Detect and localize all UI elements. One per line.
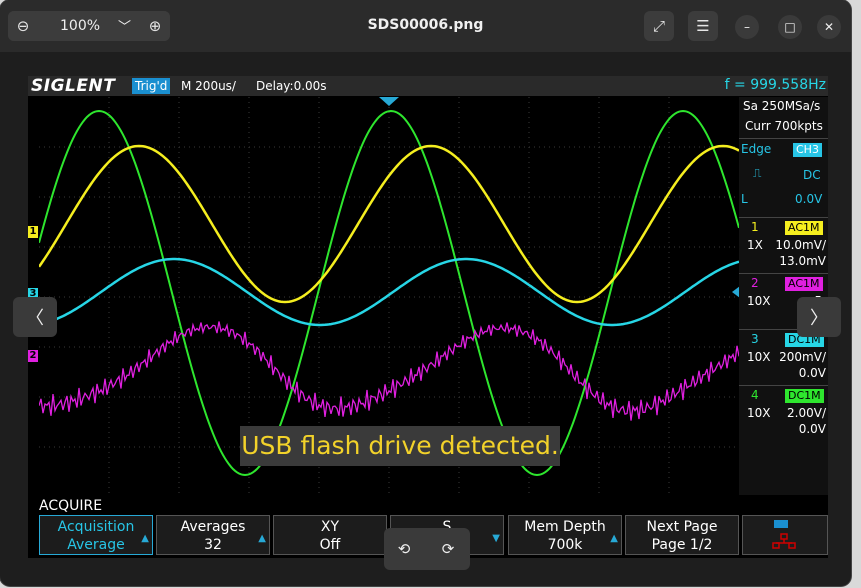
channel-number: 3 — [751, 332, 759, 346]
ch1-trace — [39, 144, 739, 304]
channel-coupling: AC1M — [785, 221, 823, 235]
rotate-right-icon: ⟳ — [441, 540, 455, 558]
channel-3-info[interactable]: 3 DC1M 10X 200mV/0.0V — [739, 329, 828, 384]
channel-coupling: DC1M — [785, 389, 824, 403]
close-button[interactable]: ✕ — [817, 15, 841, 39]
channel-probe: 10X — [747, 294, 771, 308]
image-viewer-window: ⊖ 100% ﹀ ⊕ SDS00006.png ⤢ ☰ – □ ✕ SIGLEN… — [0, 0, 851, 586]
softkey-label-bottom: 700k — [547, 537, 583, 553]
ch2-marker: 2 — [28, 350, 38, 362]
softkey-label-bottom: Off — [319, 537, 341, 553]
softkey-6[interactable]: Next Page Page 1/2 — [625, 515, 739, 555]
channel-number: 4 — [751, 388, 759, 402]
rotate-controls: ⟲ ⟳ — [384, 528, 470, 570]
channel-number: 1 — [751, 220, 759, 234]
softkey-label-bottom: Page 1/2 — [651, 537, 713, 553]
scope-header: SIGLENT Trig'd M 200us/ Delay:0.00s f = … — [28, 76, 828, 96]
rising-edge-icon: ⎍ — [753, 166, 762, 180]
hamburger-icon: ☰ — [696, 17, 710, 35]
siglent-logo: SIGLENT — [31, 76, 116, 96]
right-info-panel: Sa 250MSa/s Curr 700kpts Edge CH3 ⎍ DC L… — [739, 97, 828, 495]
ch2-trace — [39, 321, 739, 421]
channel-1-info[interactable]: 1 AC1M 1X 10.0mV/13.0mV — [739, 217, 828, 272]
chevron-left-icon: 〈 — [26, 308, 44, 329]
channel-offset: 0.0V — [798, 366, 826, 380]
waveform-grid: USB flash drive detected. — [39, 97, 739, 495]
expand-icon: ⤢ — [652, 17, 665, 35]
trigger-level: 0.0V — [795, 192, 823, 206]
oscilloscope-screenshot: SIGLENT Trig'd M 200us/ Delay:0.00s f = … — [28, 76, 828, 558]
previous-image-button[interactable]: 〈 — [13, 297, 57, 337]
arrow-down-icon: ▼ — [492, 533, 500, 544]
next-image-button[interactable]: 〉 — [797, 297, 841, 337]
window-title: SDS00006.png — [367, 17, 484, 33]
channel-probe: 10X — [747, 406, 771, 420]
channel-probe: 1X — [747, 238, 763, 252]
trigger-info: Edge CH3 ⎍ DC L 0.0V — [739, 138, 828, 217]
softkey-label-top: Mem Depth — [524, 519, 606, 535]
rotate-left-icon: ⟲ — [397, 540, 411, 558]
softkey-label-top: Averages — [180, 519, 246, 535]
ch1-marker: 1 — [28, 226, 38, 238]
close-icon: ✕ — [823, 20, 835, 34]
softkey-5[interactable]: Mem Depth 700k ▲ — [508, 515, 622, 555]
fullscreen-button[interactable]: ⤢ — [644, 11, 674, 41]
arrow-up-icon: ▲ — [141, 533, 149, 544]
softkey-label-top: Next Page — [646, 519, 718, 535]
arrow-up-icon: ▲ — [610, 533, 618, 544]
arrow-up-icon: ▲ — [258, 533, 266, 544]
rotate-right-button[interactable]: ⟳ — [432, 529, 464, 569]
trigger-position-marker — [379, 97, 399, 106]
menu-button[interactable]: ☰ — [688, 11, 718, 41]
usb-detected-message: USB flash drive detected. — [240, 426, 560, 466]
trigger-level-label: L — [741, 192, 748, 206]
softkey-label-top: XY — [320, 519, 340, 535]
network-status — [742, 515, 828, 555]
network-icon — [772, 520, 796, 549]
chevron-right-icon: 〉 — [810, 308, 828, 329]
trigger-status: Trig'd — [132, 78, 171, 94]
channel-scale: 10.0mV/ — [775, 238, 826, 252]
trigger-source: CH3 — [793, 143, 822, 157]
minimize-button[interactable]: – — [735, 15, 759, 39]
trigger-coupling: DC — [803, 168, 821, 182]
delay: Delay:0.00s — [256, 79, 327, 93]
frequency-readout: f = 999.558Hz — [724, 77, 826, 93]
channel-coupling: AC1M — [785, 277, 823, 291]
softkey-3[interactable]: XY Off — [273, 515, 387, 555]
channel-scale: 200mV/ — [779, 350, 826, 364]
softkey-label-bottom: Average — [67, 537, 125, 553]
trigger-type: Edge — [741, 142, 772, 156]
softkey-label-top: Acquisition — [57, 519, 135, 535]
maximize-button[interactable]: □ — [778, 15, 802, 39]
softkey-2[interactable]: Averages 32 ▲ — [156, 515, 270, 555]
sample-rate: Sa 250MSa/s — [743, 99, 821, 113]
channel-scale: 2.00V/ — [787, 406, 826, 420]
channel-probe: 10X — [747, 350, 771, 364]
maximize-icon: □ — [784, 20, 796, 34]
channel-4-info[interactable]: 4 DC1M 10X 2.00V/0.0V — [739, 385, 828, 440]
softkey-1[interactable]: Acquisition Average ▲ — [39, 515, 153, 555]
softkey-label-bottom: 32 — [204, 537, 222, 553]
channel-number: 2 — [751, 276, 759, 290]
rotate-left-button[interactable]: ⟲ — [388, 529, 420, 569]
channel-offset: 0.0V — [798, 422, 826, 436]
memory-depth: Curr 700kpts — [745, 119, 823, 133]
title-bar: ⊖ 100% ﹀ ⊕ SDS00006.png ⤢ ☰ – □ ✕ — [0, 0, 851, 52]
channel-offset: 13.0mV — [779, 254, 826, 268]
menu-title: ACQUIRE — [39, 498, 103, 514]
timebase: M 200us/ — [181, 79, 236, 93]
minimize-icon: – — [744, 20, 750, 34]
